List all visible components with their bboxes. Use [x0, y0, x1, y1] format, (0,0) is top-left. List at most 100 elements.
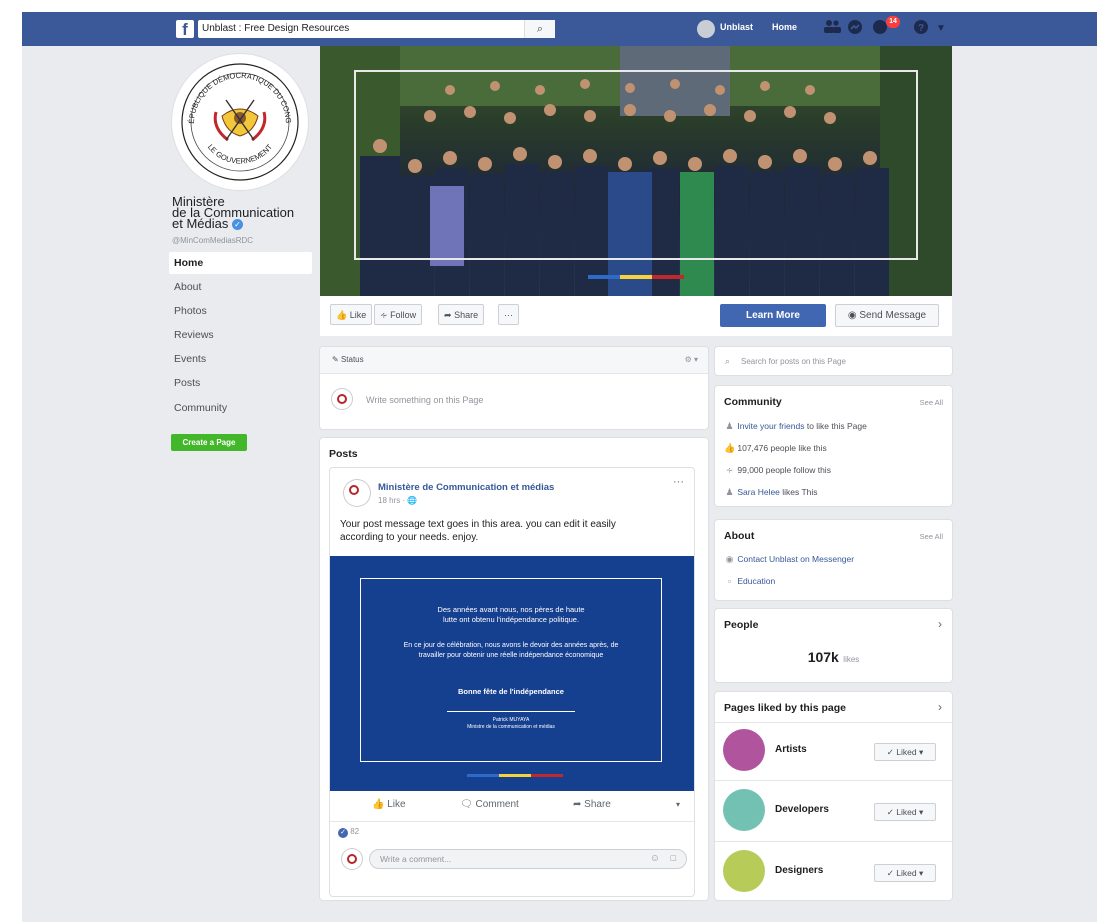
composer-input[interactable]: Write something on this Page: [366, 395, 483, 405]
nav-item-events[interactable]: Events: [169, 348, 312, 370]
messenger-icon[interactable]: [845, 19, 865, 39]
post-text: Your post message text goes in this area…: [340, 518, 680, 544]
likes-count-text: 107,476 people like this: [737, 443, 827, 453]
contact-messenger-link[interactable]: Contact Unblast on Messenger: [737, 554, 854, 564]
people-title: People: [724, 619, 759, 631]
developers-page-avatar[interactable]: [723, 789, 765, 831]
follow-button[interactable]: ∻ Follow: [374, 304, 423, 325]
designers-liked-button[interactable]: ✓ Liked ▾: [874, 864, 936, 882]
nav-item-home[interactable]: Home: [169, 252, 312, 274]
designers-page-name[interactable]: Designers: [775, 865, 823, 876]
post-image[interactable]: Des années avant nous, nos pères de haut…: [330, 556, 694, 791]
search-posts-icon: ⌕: [725, 356, 731, 366]
search-icon[interactable]: ⌕: [524, 20, 555, 38]
camera-icon[interactable]: □: [671, 853, 676, 863]
share-page-button[interactable]: ➦ Share: [438, 304, 485, 325]
home-link[interactable]: Home: [772, 22, 797, 32]
comment-avatar: [342, 849, 362, 869]
user-avatar[interactable]: [697, 20, 715, 38]
post-share-button[interactable]: ➦ Share: [573, 799, 611, 810]
nav-item-about[interactable]: About: [169, 276, 312, 298]
help-icon[interactable]: ?: [911, 19, 931, 39]
post-image-divider: [447, 711, 575, 712]
community-title: Community: [724, 396, 782, 408]
community-see-all-link[interactable]: See All: [920, 398, 943, 407]
more-options-button[interactable]: ···: [498, 304, 519, 325]
profile-picture[interactable]: RÉPUBLIQUE DÉMOCRATIQUE DU CONGO LE GOUV…: [169, 47, 308, 190]
about-title: About: [724, 530, 755, 542]
posts-heading: Posts: [329, 448, 358, 460]
share-arrow-icon: ➦: [444, 310, 452, 320]
people-chevron-right-icon[interactable]: ›: [938, 617, 942, 631]
post-image-line4: travailler pour obtenir une réelle indép…: [418, 652, 604, 659]
nav-item-photos[interactable]: Photos: [169, 300, 312, 322]
friends-icon[interactable]: [822, 19, 842, 39]
reaction-count[interactable]: ✓ 82: [338, 827, 359, 838]
comment-icon: 🗨: [460, 799, 473, 810]
about-see-all-link[interactable]: See All: [920, 532, 943, 541]
post-author-avatar[interactable]: [344, 480, 370, 506]
developers-liked-label: Liked: [896, 807, 917, 817]
nav-item-community[interactable]: Community: [169, 397, 312, 419]
developers-liked-button[interactable]: ✓ Liked ▾: [874, 803, 936, 821]
emoji-icon[interactable]: ☺: [650, 853, 660, 864]
artists-page-avatar[interactable]: [723, 729, 765, 771]
share-options-chevron-icon[interactable]: ▾: [676, 800, 680, 809]
friend-likes-rest: likes This: [779, 487, 818, 497]
facebook-logo-icon[interactable]: f: [176, 20, 194, 38]
page-action-bar: 👍 Like ∻ Follow ➦ Share ··· Learn More ◉…: [320, 296, 952, 336]
follow-label: Follow: [390, 310, 417, 320]
post-like-button[interactable]: 👍 Like: [372, 799, 406, 810]
thumbs-up-small-icon: 👍: [724, 443, 736, 453]
post-image-line2: lutte ont obtenu l'indépendance politiqu…: [442, 615, 580, 624]
artists-liked-button[interactable]: ✓ Liked ▾: [874, 743, 936, 761]
designers-page-avatar[interactable]: [723, 850, 765, 892]
comment-input[interactable]: Write a comment... ☺ □: [369, 849, 687, 869]
search-input[interactable]: Unblast : Free Design Resources ⌕: [198, 20, 555, 38]
post-text-line1: Your post message text goes in this area…: [340, 519, 616, 530]
invite-friends-link[interactable]: Invite your friends: [737, 421, 804, 431]
pages-liked-title: Pages liked by this page: [724, 702, 846, 714]
page-name-line3: et Médias: [172, 216, 229, 231]
messenger-small-icon: ◉: [847, 310, 857, 321]
post-comment-button[interactable]: 🗨 Comment: [460, 799, 519, 810]
post-like-label: Like: [387, 799, 406, 810]
artists-liked-label: Liked: [896, 747, 917, 757]
follow-count-row: ∻ 99,000 people follow this: [724, 465, 831, 476]
status-tab-label: Status: [340, 355, 364, 364]
like-page-button[interactable]: 👍 Like: [330, 304, 373, 325]
friend-name-link[interactable]: Sara Helee: [737, 487, 780, 497]
government-seal-logo: RÉPUBLIQUE DÉMOCRATIQUE DU CONGO LE GOUV…: [169, 47, 299, 181]
search-posts-input[interactable]: Search for posts on this Page: [741, 357, 846, 366]
create-page-button[interactable]: Create a Page: [171, 434, 247, 451]
nav-item-posts[interactable]: Posts: [169, 372, 312, 394]
education-link[interactable]: Education: [737, 576, 775, 586]
flag-colors-strip: [588, 266, 684, 279]
page-name: Ministère de la Communication et Médias …: [172, 195, 312, 231]
post-flag-strip: [467, 764, 563, 777]
post-share-label: Share: [584, 799, 611, 810]
post-author-name[interactable]: Ministère de Communication et médias: [378, 482, 554, 493]
learn-more-button[interactable]: Learn More: [720, 304, 826, 327]
messenger-outline-icon: ◉: [725, 554, 734, 564]
cover-photo[interactable]: [320, 46, 952, 296]
divider: [715, 780, 952, 781]
likes-count-row: 👍 107,476 people like this: [724, 443, 827, 454]
post-options-icon[interactable]: ···: [673, 476, 684, 488]
user-name-link[interactable]: Unblast: [720, 22, 753, 32]
artists-page-name[interactable]: Artists: [775, 744, 807, 755]
pages-liked-card: Pages liked by this page › Artists ✓ Lik…: [715, 692, 952, 900]
composer-card: ✎ Status ⚙ ▾ Write something on this Pag…: [320, 347, 708, 429]
composer-settings-icon[interactable]: ⚙ ▾: [685, 355, 698, 364]
developers-page-name[interactable]: Developers: [775, 804, 829, 815]
send-message-button[interactable]: ◉ Send Message: [835, 304, 939, 327]
nav-item-reviews[interactable]: Reviews: [169, 324, 312, 346]
search-input-value: Unblast : Free Design Resources: [202, 23, 350, 34]
notifications-badge: 14: [886, 16, 900, 28]
pages-liked-chevron-right-icon[interactable]: ›: [938, 700, 942, 714]
account-menu-chevron-down-icon[interactable]: ▼: [931, 19, 951, 39]
post-image-frame: Des années avant nous, nos pères de haut…: [360, 578, 662, 762]
friends-small-icon: ♟: [725, 421, 734, 431]
status-tab[interactable]: ✎ Status: [332, 355, 364, 364]
post-timestamp[interactable]: 18 hrs · 🌐: [378, 496, 417, 505]
